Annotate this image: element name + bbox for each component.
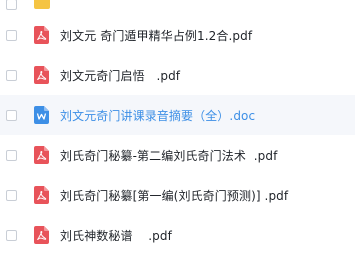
row-checkbox[interactable] bbox=[6, 149, 17, 161]
file-row-active[interactable]: 刘文元奇门讲课录音摘要（全）.doc bbox=[0, 95, 355, 135]
file-row-folder[interactable] bbox=[0, 0, 355, 14]
file-list: 刘文元 奇门遁甲精华占例1.2合.pdf 刘文元奇门启悟 .pdf 刘文元奇门讲… bbox=[0, 0, 355, 267]
pdf-file-icon bbox=[34, 186, 49, 204]
pdf-file-icon bbox=[34, 26, 49, 44]
file-name[interactable]: 刘氏神数秘谱 .pdf bbox=[60, 227, 172, 244]
row-checkbox[interactable] bbox=[6, 109, 17, 121]
file-name[interactable]: 刘氏奇门秘纂[第一编(刘氏奇门预测)] .pdf bbox=[60, 187, 288, 204]
row-checkbox[interactable] bbox=[6, 229, 17, 241]
row-checkbox[interactable] bbox=[6, 29, 17, 41]
file-row[interactable]: 刘文元 奇门遁甲精华占例1.2合.pdf bbox=[0, 15, 355, 55]
file-name[interactable]: 刘文元奇门启悟 .pdf bbox=[60, 67, 180, 84]
row-checkbox[interactable] bbox=[6, 0, 17, 10]
file-row[interactable]: 刘氏神数秘谱 .pdf bbox=[0, 215, 355, 255]
file-row[interactable]: 刘氏奇门秘纂[第一编(刘氏奇门预测)] .pdf bbox=[0, 175, 355, 215]
pdf-file-icon bbox=[34, 66, 49, 84]
file-name[interactable]: 刘文元 奇门遁甲精华占例1.2合.pdf bbox=[60, 27, 252, 44]
file-name[interactable]: 刘文元奇门讲课录音摘要（全）.doc bbox=[60, 107, 255, 124]
folder-icon bbox=[34, 0, 50, 14]
word-doc-file-icon bbox=[34, 106, 49, 124]
file-name[interactable]: 刘氏奇门秘纂-第二编刘氏奇门法术 .pdf bbox=[60, 147, 277, 164]
pdf-file-icon bbox=[34, 226, 49, 244]
file-row[interactable]: 刘氏奇门秘纂-第二编刘氏奇门法术 .pdf bbox=[0, 135, 355, 175]
row-checkbox[interactable] bbox=[6, 69, 17, 81]
pdf-file-icon bbox=[34, 146, 49, 164]
file-row[interactable]: 刘文元奇门启悟 .pdf bbox=[0, 55, 355, 95]
row-checkbox[interactable] bbox=[6, 189, 17, 201]
